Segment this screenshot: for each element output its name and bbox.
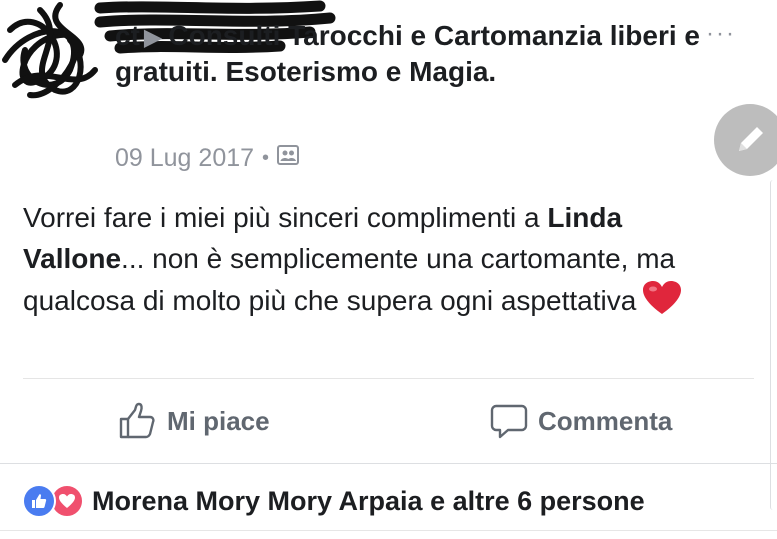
post-body: Vorrei fare i miei più sinceri complimen… [23, 198, 743, 328]
meta-separator: • [262, 147, 270, 169]
post-text-part1: Vorrei fare i miei più sinceri complimen… [23, 202, 548, 233]
reactions-summary[interactable]: Morena Mory Mory Arpaia e altre 6 person… [22, 484, 645, 518]
thumbs-up-icon [119, 402, 155, 439]
divider [23, 378, 754, 379]
post-date[interactable]: 09 Lug 2017 [115, 144, 254, 173]
group-privacy-icon [277, 144, 300, 173]
post-header: ct ▶ Consulti Tarocchi e Cartomanzia liber… [115, 18, 715, 90]
post-text-part2: ... non è semplicemente una cartomante, … [23, 242, 676, 316]
author-name[interactable]: ct [115, 20, 140, 51]
comment-label: Commenta [538, 405, 673, 436]
red-heart-icon [642, 280, 682, 328]
pencil-icon [739, 127, 763, 151]
reactions-text: Morena Mory Mory Arpaia e altre 6 person… [92, 485, 645, 516]
divider [0, 530, 777, 531]
group-name-link[interactable]: Consulti Tarocchi e Cartomanzia liberi e… [115, 20, 700, 87]
like-button[interactable]: Mi piace [117, 398, 270, 444]
comment-bubble-icon [490, 404, 528, 439]
more-options-icon[interactable]: ··· [706, 20, 736, 48]
scrollbar[interactable] [770, 180, 777, 510]
post-meta: 09 Lug 2017 • [115, 144, 300, 173]
compose-pencil-button[interactable] [714, 104, 777, 176]
share-arrow-icon: ▶ [143, 24, 163, 51]
divider [0, 463, 777, 464]
comment-button[interactable]: Commenta [490, 398, 672, 444]
like-reaction-icon [22, 484, 56, 518]
like-label: Mi piace [167, 405, 270, 436]
